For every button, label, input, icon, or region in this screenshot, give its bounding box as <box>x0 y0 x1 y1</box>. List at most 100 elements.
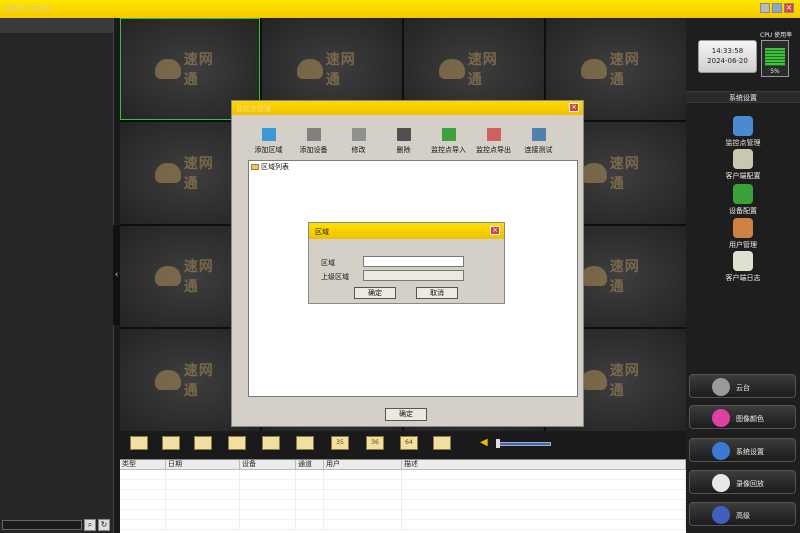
playback-button[interactable]: 录像回放 <box>689 470 796 494</box>
table-row[interactable] <box>120 470 686 480</box>
column-header-date[interactable]: 日期 <box>166 460 240 469</box>
table-row[interactable] <box>120 480 686 490</box>
camera-manage-icon <box>733 116 753 136</box>
layout-16-button[interactable] <box>296 436 314 450</box>
volume-slider[interactable] <box>496 442 551 446</box>
add-area-button[interactable]: 添加区域 <box>248 125 289 159</box>
brand-logo: 速网通 <box>581 256 651 296</box>
cpu-percent: 5% <box>770 68 780 75</box>
refresh-button[interactable]: ↻ <box>98 519 110 531</box>
connect-test-button[interactable]: 连接测试 <box>518 125 559 159</box>
device-tree-header <box>0 18 113 34</box>
color-button[interactable]: 图像颜色 <box>689 405 796 429</box>
maximize-button[interactable] <box>772 3 782 13</box>
cloud-icon <box>297 58 323 79</box>
layout-8-button[interactable] <box>262 436 280 450</box>
dialog-title-bar[interactable]: 监控点管理 × <box>232 101 583 115</box>
tool-label: 删除 <box>396 146 411 154</box>
fullscreen-button[interactable] <box>433 436 451 450</box>
button-label: 录像回放 <box>736 480 764 488</box>
settings-button[interactable]: 系统设置 <box>689 438 796 462</box>
layout-35-button[interactable]: 35 <box>331 436 349 450</box>
add-area-icon <box>261 128 276 141</box>
layout-4-button[interactable] <box>162 436 180 450</box>
table-cell <box>296 510 324 519</box>
tree-node-label: 区域列表 <box>261 163 289 171</box>
table-cell <box>120 480 166 489</box>
close-button[interactable]: × <box>784 3 794 13</box>
area-dialog-title-bar[interactable]: 区域 × <box>309 223 504 239</box>
cloud-icon <box>439 58 465 79</box>
table-cell <box>324 510 402 519</box>
tool-label: 监控点导入 <box>431 146 466 154</box>
table-cell <box>240 470 296 479</box>
brand-text: 速网通 <box>609 259 640 296</box>
table-cell <box>402 470 686 479</box>
table-cell <box>120 470 166 479</box>
panel-collapse-handle[interactable]: ‹ <box>113 225 120 325</box>
area-cancel-button[interactable]: 取消 <box>416 287 458 299</box>
settings-icon <box>712 442 730 460</box>
dialog-close-button[interactable]: × <box>569 103 579 112</box>
search-icon: ⌕ <box>87 520 93 529</box>
brand-text: 速网通 <box>183 259 214 296</box>
tree-node-root[interactable]: 区域列表 <box>251 162 289 172</box>
column-header-channel[interactable]: 通道 <box>296 460 324 469</box>
column-header-description[interactable]: 描述 <box>402 460 686 469</box>
brand-logo: 速网通 <box>297 49 367 89</box>
brand-logo: 速网通 <box>439 49 509 89</box>
table-cell <box>296 470 324 479</box>
button-label: 云台 <box>736 384 750 392</box>
sidebar-section-title: 系统设置 <box>686 91 800 103</box>
export-button[interactable]: 监控点导出 <box>473 125 514 159</box>
delete-button[interactable]: 删除 <box>383 125 424 159</box>
column-header-user[interactable]: 用户 <box>324 460 402 469</box>
clock-date: 2024-06-20 <box>707 57 748 65</box>
search-input[interactable] <box>2 520 82 530</box>
column-header-device[interactable]: 设备 <box>240 460 296 469</box>
import-button[interactable]: 监控点导入 <box>428 125 469 159</box>
advanced-button[interactable]: 高级 <box>689 502 796 526</box>
window-controls: × <box>760 3 794 13</box>
clock-time: 14:33:58 <box>711 47 744 55</box>
layout-6-button[interactable] <box>194 436 212 450</box>
app-title: 监控客户端软件 <box>4 5 53 13</box>
table-row[interactable] <box>120 510 686 520</box>
brand-text: 速网通 <box>467 51 498 88</box>
layout-9-button[interactable] <box>228 436 246 450</box>
minimize-button[interactable] <box>760 3 770 13</box>
layout-36-button[interactable]: 36 <box>366 436 384 450</box>
search-button[interactable]: ⌕ <box>84 519 96 531</box>
log-table-header: 类型 日期 设备 通道 用户 描述 <box>120 460 686 470</box>
sidebar-item-client-log[interactable]: 客户端日志 <box>712 251 774 283</box>
table-cell <box>324 490 402 499</box>
layout-1-button[interactable] <box>130 436 148 450</box>
color-icon <box>712 409 730 427</box>
volume-slider-handle[interactable] <box>496 439 500 448</box>
area-dialog-close-button[interactable]: × <box>490 226 500 235</box>
dialog-ok-button[interactable]: 确定 <box>385 408 427 421</box>
table-cell <box>324 470 402 479</box>
volume-icon[interactable]: ◀ <box>480 437 494 449</box>
sidebar-item-device-config[interactable]: 设备配置 <box>712 184 774 216</box>
tool-label: 修改 <box>351 146 366 154</box>
sidebar-item-camera-manage[interactable]: 监控点管理 <box>712 116 774 148</box>
layout-64-button[interactable]: 64 <box>400 436 418 450</box>
area-ok-button[interactable]: 确定 <box>354 287 396 299</box>
brand-logo: 速网通 <box>155 360 225 400</box>
sidebar-item-user-manage[interactable]: 用户管理 <box>712 218 774 250</box>
title-bar: 监控客户端软件 × <box>0 0 800 18</box>
area-name-input[interactable] <box>363 256 464 267</box>
table-row[interactable] <box>120 500 686 510</box>
table-row[interactable] <box>120 520 686 530</box>
sidebar-item-client-config[interactable]: 客户端配置 <box>712 149 774 181</box>
add-device-button[interactable]: 添加设备 <box>293 125 334 159</box>
table-cell <box>120 520 166 529</box>
column-header-type[interactable]: 类型 <box>120 460 166 469</box>
ptz-button[interactable]: 云台 <box>689 374 796 398</box>
parent-area-input[interactable] <box>363 270 464 281</box>
add-device-icon <box>306 128 321 141</box>
table-cell <box>240 520 296 529</box>
table-row[interactable] <box>120 490 686 500</box>
edit-button[interactable]: 修改 <box>338 125 379 159</box>
